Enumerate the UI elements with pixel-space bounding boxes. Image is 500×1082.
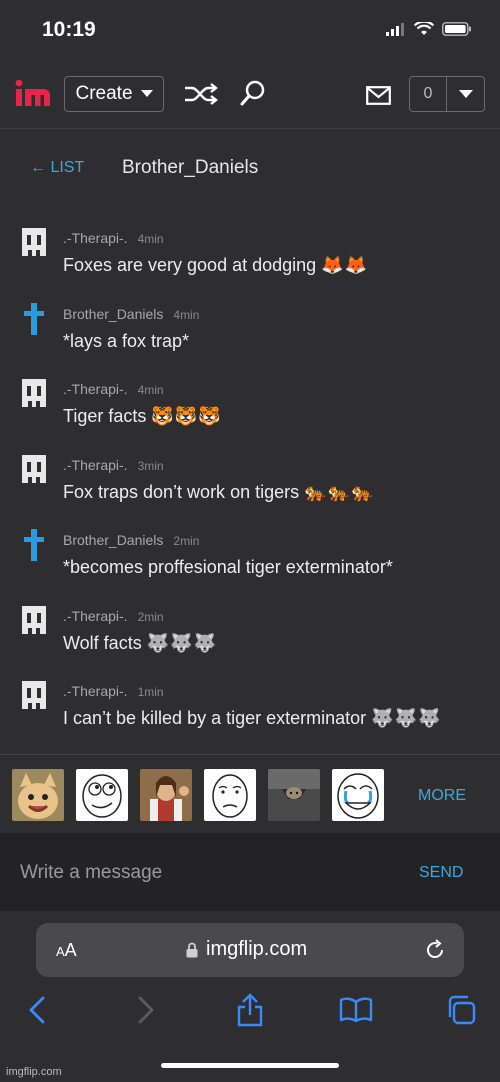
imgflip-logo[interactable] <box>14 78 54 110</box>
message-time: 2min <box>173 534 200 548</box>
meme-thumb-tears-of-joy-face[interactable] <box>332 769 384 821</box>
signal-icon <box>386 23 404 36</box>
create-label: Create <box>75 83 133 104</box>
back-arrow-icon: ← <box>30 159 46 176</box>
message-item: .-Therapi-. 4min Tiger facts 🐯🐯🐯 <box>0 371 500 447</box>
home-indicator <box>161 1063 339 1068</box>
battery-icon <box>442 22 471 36</box>
message-item: .-Therapi-. 4min Foxes are very good at d… <box>0 220 500 296</box>
message-username[interactable]: Brother_Daniels <box>63 532 163 548</box>
meme-thumb-ceiling-cat[interactable] <box>268 769 320 821</box>
chat-header: ← LIST Brother_Daniels <box>0 129 500 209</box>
message-time: 4min <box>173 307 200 322</box>
chat-title: Brother_Daniels <box>122 157 259 178</box>
status-bar: 10:19 <box>0 0 500 62</box>
send-button[interactable]: SEND <box>419 864 463 882</box>
notification-count: 0 <box>410 77 447 111</box>
ghost-avatar-icon[interactable] <box>18 377 50 409</box>
message-username[interactable]: .-Therapi-. <box>63 683 128 699</box>
address-bar[interactable]: AA imgflip.com <box>36 923 464 977</box>
message-item: .-Therapi-. 2min Wolf facts 🐺🐺🐺 <box>0 598 500 674</box>
lock-icon <box>186 942 198 957</box>
ghost-avatar-icon[interactable] <box>18 453 50 485</box>
search-icon[interactable] <box>240 80 266 108</box>
message-username[interactable]: .-Therapi-. <box>63 457 128 473</box>
back-to-list-link[interactable]: ← LIST <box>30 159 84 177</box>
message-emoji: 🐯🐯🐯 <box>151 406 222 426</box>
more-memes-link[interactable]: MORE <box>418 787 466 805</box>
message-item: .-Therapi-. 1min I can’t be killed by a t… <box>0 673 500 749</box>
message-username[interactable]: .-Therapi-. <box>63 608 128 624</box>
message-input[interactable] <box>18 855 382 891</box>
message-time: 4min <box>137 232 164 246</box>
top-nav: Create 0 <box>0 62 500 129</box>
message-composer: SEND <box>0 833 500 911</box>
status-icons <box>386 22 472 36</box>
caret-down-icon <box>140 90 153 97</box>
forward-icon <box>138 996 154 1024</box>
ghost-avatar-icon[interactable] <box>18 679 50 711</box>
back-icon[interactable] <box>28 995 46 1025</box>
meme-thumb-rage-face[interactable] <box>76 769 128 821</box>
message-emoji: 🐺🐺🐺 <box>146 632 217 653</box>
cross-avatar-icon[interactable] <box>18 528 50 561</box>
bookmarks-icon[interactable] <box>339 997 373 1023</box>
ghost-avatar-icon[interactable] <box>18 604 50 636</box>
message-emoji: 🐅🐅🐅 <box>304 481 375 502</box>
url-display[interactable]: imgflip.com <box>186 938 307 961</box>
url-text: imgflip.com <box>206 938 308 960</box>
wifi-icon <box>414 22 434 35</box>
message-text: Fox traps don’t work on tigers <box>63 481 300 502</box>
notification-dropdown[interactable]: 0 <box>409 76 485 112</box>
message-emoji: 🦊🦊 <box>321 255 369 275</box>
caret-down-icon <box>458 89 473 98</box>
notification-caret[interactable] <box>447 77 484 111</box>
message-item: .-Therapi-. 3min Fox traps don’t work on … <box>0 447 500 523</box>
share-icon[interactable] <box>236 993 264 1027</box>
message-time: 3min <box>137 458 164 473</box>
message-username[interactable]: Brother_Daniels <box>63 306 163 322</box>
meme-thumb-happy-cat[interactable] <box>12 769 64 821</box>
message-username[interactable]: .-Therapi-. <box>63 381 128 397</box>
tabs-icon[interactable] <box>446 995 476 1025</box>
status-time: 10:19 <box>42 18 96 41</box>
reload-icon[interactable] <box>424 939 446 961</box>
message-text: Wolf facts <box>63 632 142 653</box>
browser-chrome: AA imgflip.com <box>0 911 500 1082</box>
message-text: Tiger facts <box>63 406 147 426</box>
create-button[interactable]: Create <box>64 76 164 112</box>
cross-avatar-icon[interactable] <box>18 302 50 335</box>
message-text: *becomes proffesional tiger exterminator… <box>63 557 393 577</box>
meme-thumb-okay-face[interactable] <box>204 769 256 821</box>
message-list: .-Therapi-. 4min Foxes are very good at d… <box>0 220 500 749</box>
message-time: 2min <box>137 609 164 624</box>
back-label: LIST <box>50 159 85 176</box>
message-item: Brother_Daniels 4min *lays a fox trap* <box>0 296 500 372</box>
reader-aa-button[interactable]: AA <box>56 940 77 961</box>
meme-thumb-buddy-christ[interactable] <box>140 769 192 821</box>
shuffle-icon[interactable] <box>184 82 218 106</box>
message-time: 1min <box>137 685 164 699</box>
message-emoji: 🐺🐺🐺 <box>371 708 442 728</box>
message-item: Brother_Daniels 2min *becomes proffesiona… <box>0 522 500 598</box>
meme-picker: MORE <box>0 755 500 833</box>
message-time: 4min <box>137 383 164 397</box>
imgflip-watermark: imgflip.com <box>6 1066 62 1078</box>
mail-icon[interactable] <box>366 86 391 105</box>
message-text: Foxes are very good at dodging <box>63 255 317 275</box>
message-username[interactable]: .-Therapi-. <box>63 230 128 246</box>
ghost-avatar-icon[interactable] <box>18 226 50 258</box>
message-text: *lays a fox trap* <box>63 330 190 351</box>
message-text: I can’t be killed by a tiger exterminato… <box>63 708 367 728</box>
